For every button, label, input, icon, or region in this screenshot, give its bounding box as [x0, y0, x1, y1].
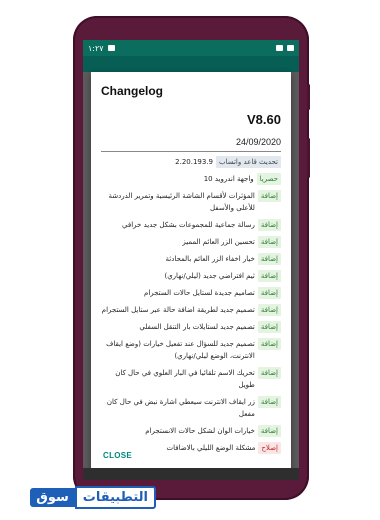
change-row: إضافة ثيم افتراضي جديد (ليلي/نهاري) — [101, 270, 281, 282]
change-text: تصميم جديد لستايلات بار التنقل السفلي — [139, 323, 255, 331]
change-text: تحريك الاسم تلقائيا في البار العلوي في ح… — [115, 369, 255, 389]
change-tag: إضافة — [257, 219, 281, 231]
change-tag: إضافة — [257, 236, 281, 248]
notification-icon — [107, 45, 115, 51]
phone-screen: ١:٢٧ Changelog V8.60 24/09/2020 تحديث قا… — [83, 40, 299, 480]
change-tag: إضافة — [257, 425, 281, 437]
change-row: إضافة خيارات الوان لشكل حالات الانستجرام — [101, 425, 281, 437]
change-tag: إضافة — [257, 253, 281, 265]
change-row: حصريا واجهة اندرويد 10 — [101, 173, 281, 185]
battery-icon — [287, 45, 294, 51]
change-text: ثيم افتراضي جديد (ليلي/نهاري) — [164, 272, 255, 280]
change-text: خيارات الوان لشكل حالات الانستجرام — [145, 427, 255, 435]
change-tag: إضافة — [257, 270, 281, 282]
change-row: إضافة المؤثرات لأقسام الشاشة الرئيسية وتم… — [101, 190, 281, 214]
change-text: تصميم جديد لطريقة اضافة حالة عبر ستايل ا… — [101, 306, 255, 314]
status-bar: ١:٢٧ — [83, 40, 299, 56]
change-row: إضافة زر ايقاف الانترنت سيعطي اشارة نبض ف… — [101, 396, 281, 420]
change-tag: إضافة — [257, 287, 281, 299]
status-left: ١:٢٧ — [88, 44, 115, 53]
change-tag: إضافة — [257, 367, 281, 379]
change-text: خيار اخفاء الزر العائم بالمحادثة — [165, 255, 255, 263]
change-text: المؤثرات لأقسام الشاشة الرئيسية وتمرير ا… — [108, 192, 255, 212]
dialog-title: Changelog — [101, 84, 163, 98]
change-row: إضافة تصميم جديد لطريقة اضافة حالة عبر ست… — [101, 304, 281, 316]
change-tag: إضافة — [257, 321, 281, 333]
change-row: إضافة تحريك الاسم تلقائيا في البار العلوي… — [101, 367, 281, 391]
stage: ١:٢٧ Changelog V8.60 24/09/2020 تحديث قا… — [0, 0, 380, 520]
change-text: رسالة جماعية للمجموعات بشكل جديد خرافي — [122, 221, 255, 229]
change-text: زر ايقاف الانترنت سيعطي اشارة نبض في حال… — [106, 398, 255, 418]
change-row: إضافة تصميم جديد لستايلات بار التنقل السف… — [101, 321, 281, 333]
change-text: 2.20.193.9 — [175, 158, 214, 166]
nav-bar — [83, 468, 299, 480]
close-button[interactable]: CLOSE — [103, 451, 132, 460]
change-row: إضافة تصميم جديد للسؤال عند تفعيل خيارات … — [101, 338, 281, 362]
version-label: V8.60 — [247, 112, 281, 127]
change-tag: إضافة — [257, 304, 281, 316]
change-row: إضافة تحسين الزر العائم المميز — [101, 236, 281, 248]
release-date: 24/09/2020 — [101, 137, 281, 152]
changes-list: تحديث قاعد واتساب 2.20.193.9 حصريا واجهة ان… — [101, 156, 281, 454]
change-row: إضافة تصاميم جديدة لستايل حالات الستجرام — [101, 287, 281, 299]
change-text: تصاميم جديدة لستايل حالات الستجرام — [144, 289, 255, 297]
change-tag: إضافة — [257, 338, 281, 350]
change-row: إضافة رسالة جماعية للمجموعات بشكل جديد خر… — [101, 219, 281, 231]
change-tag: إضافة — [257, 396, 281, 408]
clock: ١:٢٧ — [88, 43, 104, 53]
change-tag: تحديث قاعد واتساب — [216, 156, 281, 168]
change-text: مشكلة الوضع الليلي بالاضافات — [166, 444, 256, 452]
watermark-part-a: سوق — [30, 487, 75, 507]
signal-icon — [276, 45, 283, 51]
phone-power-button — [307, 138, 310, 178]
change-text: واجهة اندرويد 10 — [203, 175, 254, 183]
change-text: تحسين الزر العائم المميز — [182, 238, 255, 246]
change-text: تصميم جديد للسؤال عند تفعيل خيارات (وضع … — [106, 340, 255, 360]
status-right — [276, 45, 294, 51]
change-tag: إصلاح — [258, 442, 281, 454]
watermark-logo: التطبيقات سوق — [8, 481, 156, 513]
watermark-part-b: التطبيقات — [74, 485, 156, 509]
change-tag: إضافة — [257, 190, 281, 202]
change-row: تحديث قاعد واتساب 2.20.193.9 — [101, 156, 281, 168]
phone-volume-button — [307, 84, 310, 110]
change-tag: حصريا — [256, 173, 281, 185]
changelog-dialog: Changelog V8.60 24/09/2020 تحديث قاعد وا… — [91, 72, 291, 476]
change-row: إضافة خيار اخفاء الزر العائم بالمحادثة — [101, 253, 281, 265]
app-bar — [83, 56, 299, 72]
